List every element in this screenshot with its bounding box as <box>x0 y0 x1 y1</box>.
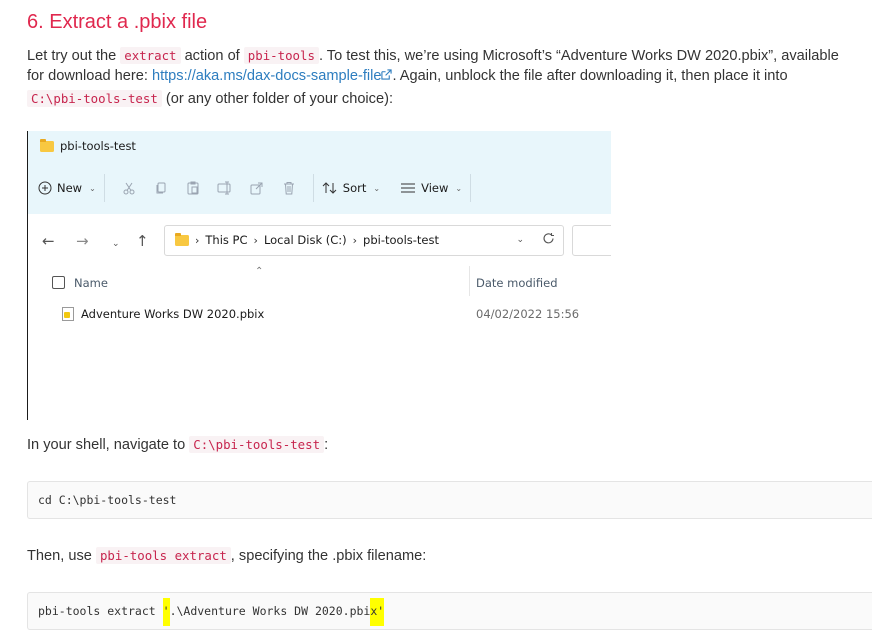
chevron-down-icon: ⌄ <box>89 183 96 193</box>
intro-text: Let try out the <box>27 48 121 64</box>
toolbar-divider <box>312 174 314 202</box>
back-arrow-icon[interactable]: ← <box>42 233 55 249</box>
highlighted-close-quote: x' <box>370 598 385 626</box>
breadcrumb-chevron-icon: › <box>195 233 200 247</box>
explorer-header: pbi-tools-test New ⌄ Sort ⌄ View ⌄ <box>28 131 611 214</box>
paste-icon[interactable] <box>177 177 209 199</box>
inline-code-pbi-tools: pbi-tools <box>243 47 319 64</box>
folder-icon <box>175 232 189 246</box>
section-heading: 6. Extract a .pbix file <box>27 11 208 33</box>
forward-arrow-icon[interactable]: → <box>76 233 89 249</box>
address-history-chevron-icon[interactable]: ⌄ <box>516 235 524 245</box>
plus-circle-icon <box>38 181 52 195</box>
view-button[interactable]: View ⌄ <box>400 181 462 195</box>
breadcrumb-current-folder[interactable]: pbi-tools-test <box>363 233 439 247</box>
sample-file-link[interactable]: https://aka.ms/dax-docs-sample-file <box>152 68 382 84</box>
breadcrumb-local-disk[interactable]: Local Disk (C:) <box>264 233 347 247</box>
folder-icon <box>40 138 54 152</box>
intro-text: action of <box>180 48 244 64</box>
recent-locations-chevron-icon[interactable]: ⌄ <box>112 236 120 252</box>
extract-paragraph: Then, use pbi-tools extract, specifying … <box>27 545 426 568</box>
extract-text: , specifying the .pbix filename: <box>230 548 427 564</box>
code-block-extract: pbi-tools extract '.\Adventure Works DW … <box>27 592 872 630</box>
refresh-icon[interactable] <box>542 232 555 245</box>
breadcrumb-chevron-icon: › <box>352 233 358 247</box>
pbix-file-icon <box>62 307 74 321</box>
sort-ascending-caret-icon: ⌃ <box>255 266 264 277</box>
intro-paragraph-line1: Let try out the extract action of pbi-to… <box>27 45 839 68</box>
extract-command-filename: .\Adventure Works DW 2020.pbi <box>169 604 371 618</box>
view-button-label: View <box>421 181 449 195</box>
intro-text: . To test this, we’re using Microsoft’s … <box>318 48 839 64</box>
intro-paragraph-line2: for download here: https://aka.ms/dax-do… <box>27 66 788 88</box>
article-page: 6. Extract a .pbix file Let try out the … <box>0 0 872 633</box>
intro-text: (or any other folder of your choice): <box>161 91 394 107</box>
file-explorer-screenshot: pbi-tools-test New ⌄ Sort ⌄ View ⌄ ← → ⌄… <box>27 131 611 420</box>
file-date-modified: 04/02/2022 15:56 <box>476 307 580 321</box>
file-name: Adventure Works DW 2020.pbix <box>81 307 265 321</box>
code-block-cd: cd C:\pbi-tools-test <box>27 481 872 519</box>
cd-command-text: cd C:\pbi-tools-test <box>38 493 177 507</box>
new-button-label: New <box>57 181 83 195</box>
select-all-checkbox[interactable] <box>52 276 65 289</box>
explorer-window-title: pbi-tools-test <box>40 138 136 153</box>
intro-text: . Again, unblock the file after download… <box>392 68 788 84</box>
intro-paragraph-line3: C:\pbi-tools-test (or any other folder o… <box>27 88 393 111</box>
inline-code-extract: extract <box>120 47 181 64</box>
column-header-row: ⌃ Name Date modified <box>28 266 611 296</box>
chevron-down-icon: ⌄ <box>455 183 463 193</box>
highlighted-open-quote: ' <box>162 598 170 626</box>
column-divider[interactable] <box>469 266 470 296</box>
address-bar[interactable]: › This PC › Local Disk (C:) › pbi-tools-… <box>164 225 564 256</box>
extract-command-text: pbi-tools extract <box>38 604 163 618</box>
toolbar-divider <box>103 174 105 202</box>
explorer-toolbar: New ⌄ Sort ⌄ View ⌄ <box>38 174 479 202</box>
copy-icon[interactable] <box>145 177 177 199</box>
sort-button-label: Sort <box>342 181 367 195</box>
toolbar-divider <box>470 174 472 202</box>
chevron-down-icon: ⌄ <box>373 183 381 193</box>
column-header-name[interactable]: Name <box>74 276 108 290</box>
address-actions: ⌄ <box>516 232 555 245</box>
extract-text: Then, use <box>27 548 96 564</box>
breadcrumb-chevron-icon: › <box>253 233 258 247</box>
column-header-date-modified[interactable]: Date modified <box>476 276 558 290</box>
new-button[interactable]: New ⌄ <box>38 181 96 195</box>
inline-code-folder-path: C:\pbi-tools-test <box>27 90 162 107</box>
intro-text: for download here: <box>27 68 152 84</box>
shell-paragraph: In your shell, navigate to C:\pbi-tools-… <box>27 434 328 457</box>
up-arrow-icon[interactable]: ↑ <box>136 233 149 249</box>
cut-icon[interactable] <box>113 177 145 199</box>
external-link-icon <box>381 69 393 80</box>
inline-code-pbi-tools-extract: pbi-tools extract <box>95 547 231 564</box>
file-list-item[interactable]: Adventure Works DW 2020.pbix 04/02/2022 … <box>28 303 611 327</box>
shell-text: : <box>324 437 329 453</box>
shell-text: In your shell, navigate to <box>27 437 190 453</box>
breadcrumb-this-pc[interactable]: This PC <box>205 233 247 247</box>
share-icon[interactable] <box>241 177 273 199</box>
breadcrumb: › This PC › Local Disk (C:) › pbi-tools-… <box>175 232 439 247</box>
rename-icon[interactable] <box>209 177 241 199</box>
sort-icon <box>322 182 337 194</box>
delete-icon[interactable] <box>273 177 305 199</box>
window-title-text: pbi-tools-test <box>60 139 136 153</box>
inline-code-folder-path: C:\pbi-tools-test <box>189 436 325 453</box>
view-list-icon <box>401 183 416 193</box>
address-row: ← → ⌄ ↑ › This PC › Local Disk (C:) › pb… <box>28 223 611 259</box>
sort-button[interactable]: Sort ⌄ <box>322 181 380 195</box>
search-input[interactable] <box>572 225 611 256</box>
